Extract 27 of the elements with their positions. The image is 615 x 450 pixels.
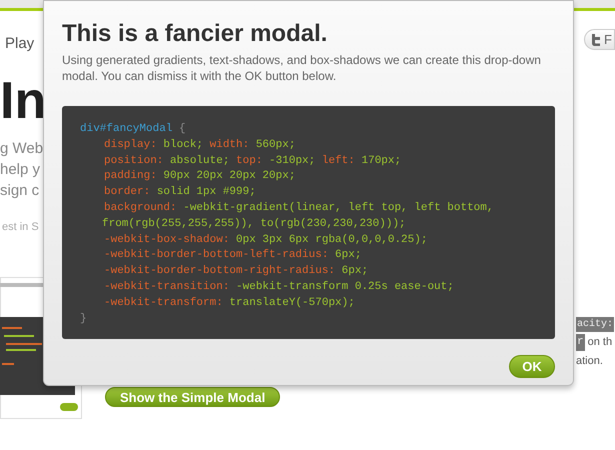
- modal-title: This is a fancier modal.: [62, 19, 328, 49]
- code-line: }: [80, 312, 88, 327]
- page-heading: In: [0, 70, 46, 132]
- code-line: border: solid 1px #999;: [103, 185, 257, 200]
- code-line: display: block; width: 560px;: [103, 138, 296, 153]
- body-text: on th: [588, 335, 612, 350]
- nav-link[interactable]: Play: [5, 33, 34, 56]
- note-text: est in S: [2, 220, 39, 234]
- code-line: padding: 90px 20px 20px 20px;: [103, 169, 296, 184]
- code-line: -webkit-transform: translateY(-570px);: [103, 296, 356, 311]
- code-line: div#fancyModal {: [80, 122, 187, 137]
- modal-description: Using generated gradients, text-shadows, and box-shadows we can create this drop-down modal. You can dismiss it with the OK button below.: [62, 52, 542, 84]
- code-snippet: acity:: [576, 317, 614, 332]
- code-line: -webkit-border-bottom-left-radius: 6px;: [103, 248, 362, 264]
- code-line: from(rgb(255,255,255)), to(rgb(230,230,230)));: [101, 216, 407, 232]
- twitter-button[interactable]: F: [584, 29, 615, 50]
- intro-text: help y: [0, 160, 40, 180]
- body-text: ation.: [576, 354, 603, 368]
- code-snippet: r: [576, 334, 585, 350]
- intro-text: sign c: [0, 180, 40, 200]
- intro-text: g Web: [0, 138, 44, 158]
- t-logo-icon: [590, 34, 602, 46]
- code-line: -webkit-box-shadow: 0px 3px 6px rgba(0,0,0,0.25);: [103, 232, 428, 248]
- code-line: background: -webkit-gradient(linear, left top, left bottom,: [103, 200, 494, 216]
- code-line: position: absolute; top: -310px; left: 170px;: [103, 154, 402, 169]
- code-line: -webkit-transition: -webkit-transform 0.25s ease-out;: [103, 280, 455, 295]
- code-line: -webkit-border-bottom-right-radius: 6px;: [103, 264, 370, 280]
